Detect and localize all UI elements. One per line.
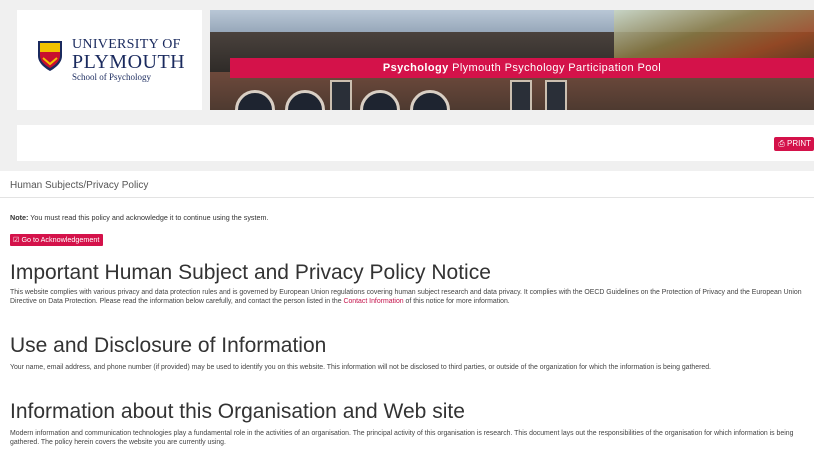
banner-window xyxy=(510,80,532,110)
section-text-use-disclosure: Your name, email address, and phone numb… xyxy=(10,364,711,371)
banner-title: Psychology Plymouth Psychology Participa… xyxy=(230,58,814,78)
print-label: PRINT xyxy=(787,139,811,148)
breadcrumb: Human Subjects/Privacy Policy xyxy=(10,180,149,191)
ack-button-label: Go to Acknowledgement xyxy=(21,235,100,244)
logo-line-school: School of Psychology xyxy=(72,72,152,82)
banner-title-bold: Psychology xyxy=(382,62,449,74)
note-text: Note: You must read this policy and ackn… xyxy=(10,213,269,222)
main-content: Human Subjects/Privacy Policy Note: You … xyxy=(0,171,814,457)
note-label: Note: xyxy=(10,213,29,222)
section-title-use-disclosure: Use and Disclosure of Information xyxy=(10,334,327,357)
banner-arch xyxy=(410,90,450,110)
section-title-organisation: Information about this Organisation and … xyxy=(10,400,465,423)
divider xyxy=(0,197,814,198)
banner-arch xyxy=(285,90,325,110)
checkbox-icon: ☑ xyxy=(13,235,20,244)
logo-line-university-of: UNIVERSITY OF xyxy=(72,37,181,52)
header-banner: Psychology Plymouth Psychology Participa… xyxy=(210,10,814,110)
print-button[interactable]: ⎙ PRINT xyxy=(774,137,814,151)
banner-window xyxy=(330,80,352,110)
printer-icon: ⎙ xyxy=(778,139,785,148)
note-body: You must read this policy and acknowledg… xyxy=(28,213,269,222)
contact-information-link[interactable]: Contact Information xyxy=(344,298,404,305)
university-logo[interactable]: UNIVERSITY OF PLYMOUTH School of Psychol… xyxy=(17,10,202,110)
logo-line-plymouth: PLYMOUTH xyxy=(72,51,186,73)
go-to-acknowledgement-button[interactable]: ☑ Go to Acknowledgement xyxy=(10,234,104,246)
toolbar: ⎙ PRINT xyxy=(17,125,814,161)
section-text-privacy-notice: This website complies with various priva… xyxy=(10,289,810,306)
section-text-organisation: Modern information and communication tec… xyxy=(10,430,794,446)
banner-arch xyxy=(360,90,400,110)
banner-window xyxy=(545,80,567,110)
banner-title-rest: Plymouth Psychology Participation Pool xyxy=(448,62,662,74)
banner-arch xyxy=(235,90,275,110)
section-title-privacy-notice: Important Human Subject and Privacy Poli… xyxy=(10,261,491,284)
crest-icon xyxy=(38,41,62,71)
section1-text-b: of this notice for more information. xyxy=(403,297,510,305)
